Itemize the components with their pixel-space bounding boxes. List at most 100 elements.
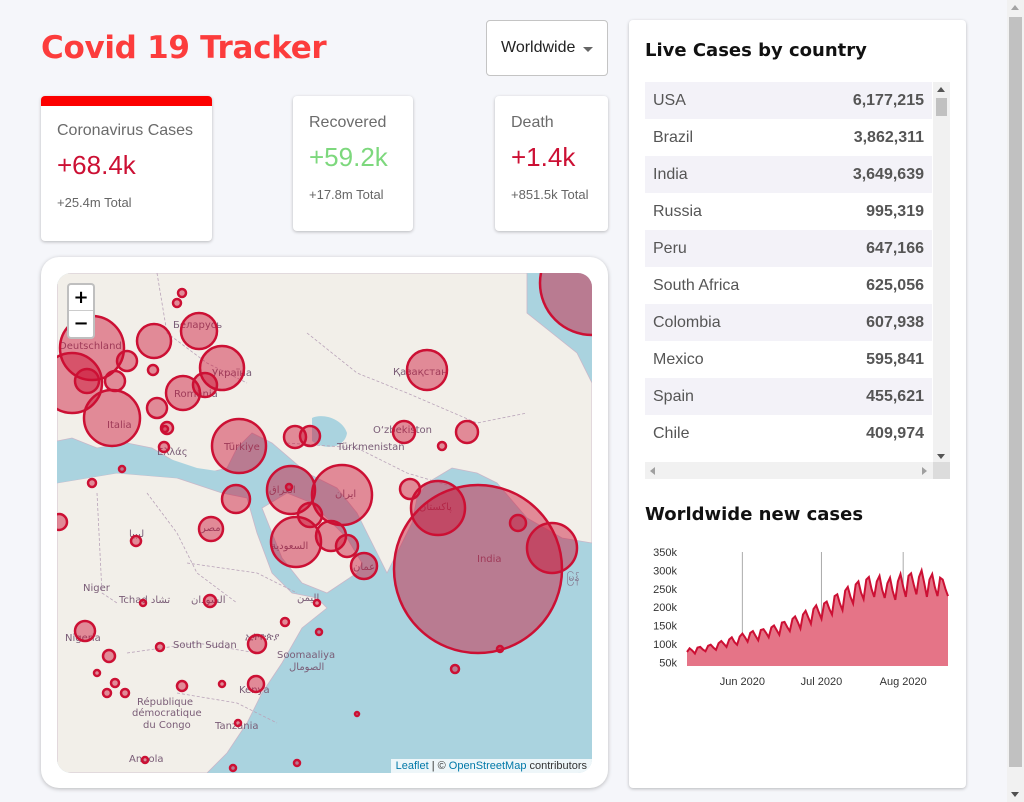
case-circle[interactable]: [160, 424, 170, 434]
case-circle[interactable]: [86, 477, 98, 489]
table-row: South Africa 625,056: [645, 267, 932, 304]
new-cases-chart[interactable]: Jun 2020 Jul 2020 Aug 2020 350k 300k 250k 200k…: [645, 540, 955, 700]
case-circle[interactable]: [171, 297, 183, 309]
case-circle[interactable]: [138, 598, 148, 608]
deaths-value: +1.4k: [511, 142, 576, 172]
case-circle[interactable]: [73, 619, 97, 643]
case-circle[interactable]: [296, 501, 324, 529]
case-circle[interactable]: [176, 287, 188, 299]
case-circle[interactable]: [197, 515, 225, 543]
case-circle[interactable]: [334, 533, 360, 559]
zoom-out-button[interactable]: −: [69, 311, 93, 337]
cases-card[interactable]: Coronavirus Cases +68.4k +25.4m Total: [41, 96, 212, 241]
page-scrollbar[interactable]: [1007, 0, 1024, 802]
map-label-somalia-ar: الصومال: [289, 662, 324, 673]
recovered-card[interactable]: Recovered +59.2k +17.8m Total: [293, 96, 413, 231]
scroll-up-icon[interactable]: [937, 87, 945, 92]
map-label-drc2: démocratique: [132, 707, 202, 719]
case-circle[interactable]: [405, 348, 449, 392]
country-cases: 595,841: [866, 350, 924, 368]
case-circle[interactable]: [57, 512, 69, 532]
case-circle[interactable]: [312, 598, 322, 608]
case-circle[interactable]: [140, 755, 150, 765]
case-circle[interactable]: [117, 464, 127, 474]
page-scroll-down-icon[interactable]: [1011, 792, 1019, 797]
page-scroll-up-icon[interactable]: [1011, 5, 1019, 10]
case-circle[interactable]: [101, 648, 117, 664]
map-label-drc3: du Congo: [143, 720, 191, 731]
case-circle[interactable]: [145, 396, 169, 420]
case-circle[interactable]: [279, 616, 291, 628]
case-circle[interactable]: [228, 763, 238, 773]
case-circle[interactable]: [146, 363, 160, 377]
case-circle[interactable]: [284, 482, 294, 492]
leaflet-link[interactable]: Leaflet: [396, 760, 429, 772]
case-circle[interactable]: [391, 419, 417, 445]
case-circle[interactable]: [292, 758, 302, 768]
deaths-card[interactable]: Death +1.4k +851.5k Total: [495, 96, 608, 231]
case-circle[interactable]: [129, 534, 143, 548]
table-vertical-scrollbar[interactable]: [933, 82, 950, 462]
case-circle[interactable]: [449, 663, 461, 675]
table-horizontal-scrollbar[interactable]: [645, 462, 933, 479]
scroll-thumb[interactable]: [936, 98, 947, 116]
new-cases-area: [687, 570, 948, 666]
country-cases: 3,862,311: [853, 128, 924, 146]
case-circle[interactable]: [154, 641, 166, 653]
zoom-in-button[interactable]: +: [69, 285, 93, 311]
map-canvas[interactable]: Deutschland Беларусь Україна România Ita…: [57, 273, 592, 773]
live-cases-rows: USA 6,177,215 Brazil 3,862,311 India 3,649,63…: [645, 82, 950, 452]
case-circle[interactable]: [115, 349, 139, 373]
case-circle[interactable]: [135, 322, 173, 360]
cases-total: +25.4m Total: [57, 195, 132, 210]
case-circle[interactable]: [353, 710, 361, 718]
case-circle[interactable]: [454, 419, 480, 445]
y-tick-label: 350k: [653, 547, 677, 559]
deaths-total: +851.5k Total: [511, 187, 589, 202]
y-tick-label: 200k: [653, 602, 677, 614]
country-select[interactable]: Worldwide: [486, 20, 608, 76]
table-row: Brazil 3,862,311: [645, 119, 932, 156]
case-circle[interactable]: [298, 424, 322, 448]
case-circle[interactable]: [210, 417, 268, 475]
case-circle[interactable]: [495, 644, 505, 654]
app-title: Covid 19 Tracker: [41, 30, 327, 66]
recovered-value: +59.2k: [309, 142, 388, 172]
live-cases-table[interactable]: USA 6,177,215 Brazil 3,862,311 India 3,649,63…: [645, 82, 950, 480]
case-circle[interactable]: [508, 513, 528, 533]
case-circle[interactable]: [220, 483, 252, 515]
case-circle[interactable]: [101, 687, 113, 699]
case-circle[interactable]: [92, 668, 102, 678]
case-circle[interactable]: [82, 388, 142, 448]
map-label-myanmar: မြန်: [567, 570, 580, 586]
case-circle[interactable]: [233, 718, 243, 728]
case-circle[interactable]: [525, 521, 579, 575]
case-circle[interactable]: [175, 679, 189, 693]
scroll-left-icon[interactable]: [650, 467, 655, 475]
osm-link[interactable]: OpenStreetMap: [449, 760, 527, 772]
case-circle[interactable]: [246, 674, 266, 694]
case-circle[interactable]: [119, 687, 131, 699]
chart-title: Worldwide new cases: [645, 504, 864, 525]
case-circle[interactable]: [349, 551, 379, 581]
case-circle[interactable]: [157, 440, 171, 454]
case-circle[interactable]: [73, 367, 101, 395]
case-circle[interactable]: [103, 369, 127, 393]
case-circle[interactable]: [191, 371, 219, 399]
map-card: Deutschland Беларусь Україна România Ita…: [41, 257, 608, 788]
case-circle[interactable]: [109, 677, 121, 689]
case-circle[interactable]: [314, 627, 324, 637]
case-circle[interactable]: [179, 311, 219, 351]
case-circle[interactable]: [246, 633, 268, 655]
case-circle[interactable]: [398, 477, 422, 501]
case-circle[interactable]: [538, 273, 592, 337]
case-circle[interactable]: [436, 440, 448, 452]
scroll-down-icon[interactable]: [937, 454, 945, 459]
map[interactable]: Deutschland Беларусь Україна România Ita…: [57, 273, 592, 773]
table-row: Colombia 607,938: [645, 304, 932, 341]
scroll-right-icon[interactable]: [922, 467, 927, 475]
case-circle[interactable]: [217, 679, 227, 689]
case-circle[interactable]: [202, 593, 218, 609]
y-tick-label: 250k: [653, 584, 677, 596]
page-scroll-thumb[interactable]: [1009, 17, 1022, 767]
